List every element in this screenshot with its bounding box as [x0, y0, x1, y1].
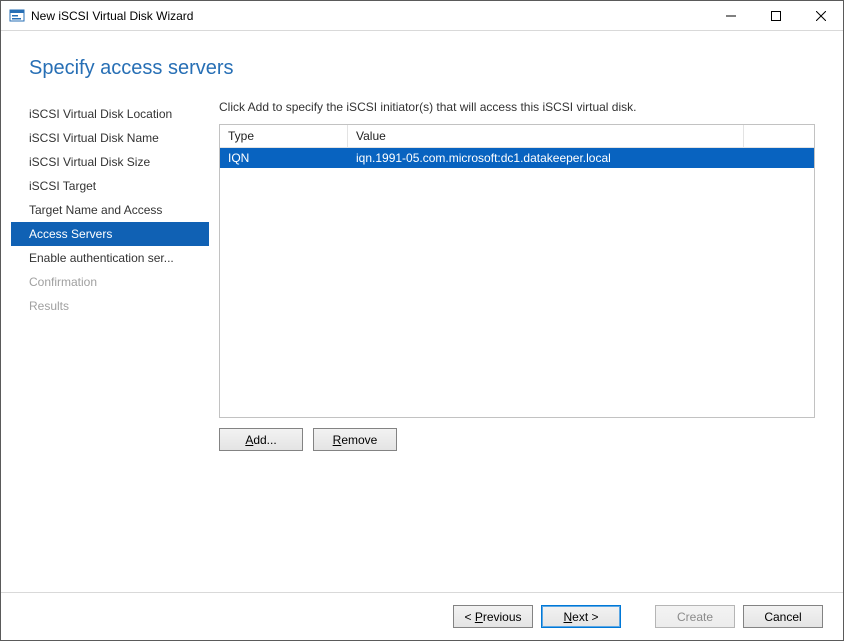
window-title: New iSCSI Virtual Disk Wizard [31, 9, 193, 23]
add-button[interactable]: Add... [219, 428, 303, 451]
col-type[interactable]: Type [220, 125, 348, 147]
create-button: Create [655, 605, 735, 628]
step-target-name-access[interactable]: Target Name and Access [11, 198, 209, 222]
minimize-icon [726, 11, 736, 21]
cancel-button[interactable]: Cancel [743, 605, 823, 628]
remove-button[interactable]: Remove [313, 428, 397, 451]
table-row[interactable]: IQN iqn.1991-05.com.microsoft:dc1.datake… [220, 148, 814, 168]
step-confirmation: Confirmation [11, 270, 209, 294]
step-results: Results [11, 294, 209, 318]
body: iSCSI Virtual Disk Location iSCSI Virtua… [1, 98, 843, 592]
window-controls [708, 1, 843, 30]
instruction-text: Click Add to specify the iSCSI initiator… [219, 100, 815, 114]
col-value[interactable]: Value [348, 125, 744, 147]
main-panel: Click Add to specify the iSCSI initiator… [209, 98, 843, 592]
minimize-button[interactable] [708, 1, 753, 30]
close-icon [816, 11, 826, 21]
close-button[interactable] [798, 1, 843, 30]
previous-button[interactable]: < Previous [453, 605, 533, 628]
wizard-window: New iSCSI Virtual Disk Wizard Specify ac… [0, 0, 844, 641]
maximize-button[interactable] [753, 1, 798, 30]
col-spacer [744, 125, 814, 147]
app-icon [9, 8, 25, 24]
step-sidebar: iSCSI Virtual Disk Location iSCSI Virtua… [1, 98, 209, 592]
step-iscsi-name[interactable]: iSCSI Virtual Disk Name [11, 126, 209, 150]
step-iscsi-target[interactable]: iSCSI Target [11, 174, 209, 198]
grid-actions: Add... Remove [219, 428, 815, 451]
cell-type: IQN [220, 148, 348, 168]
step-access-servers[interactable]: Access Servers [11, 222, 209, 246]
grid-header: Type Value [220, 125, 814, 148]
next-button[interactable]: Next > [541, 605, 621, 628]
maximize-icon [771, 11, 781, 21]
content-area: Specify access servers iSCSI Virtual Dis… [1, 31, 843, 640]
title-left: New iSCSI Virtual Disk Wizard [9, 8, 193, 24]
titlebar: New iSCSI Virtual Disk Wizard [1, 1, 843, 31]
step-iscsi-location[interactable]: iSCSI Virtual Disk Location [11, 102, 209, 126]
footer: < Previous Next > Create Cancel [1, 592, 843, 640]
step-enable-auth[interactable]: Enable authentication ser... [11, 246, 209, 270]
grid-body: IQN iqn.1991-05.com.microsoft:dc1.datake… [220, 148, 814, 417]
page-heading: Specify access servers [1, 31, 843, 98]
initiators-grid[interactable]: Type Value IQN iqn.1991-05.com.microsoft… [219, 124, 815, 418]
cell-value: iqn.1991-05.com.microsoft:dc1.datakeeper… [348, 148, 814, 168]
step-iscsi-size[interactable]: iSCSI Virtual Disk Size [11, 150, 209, 174]
